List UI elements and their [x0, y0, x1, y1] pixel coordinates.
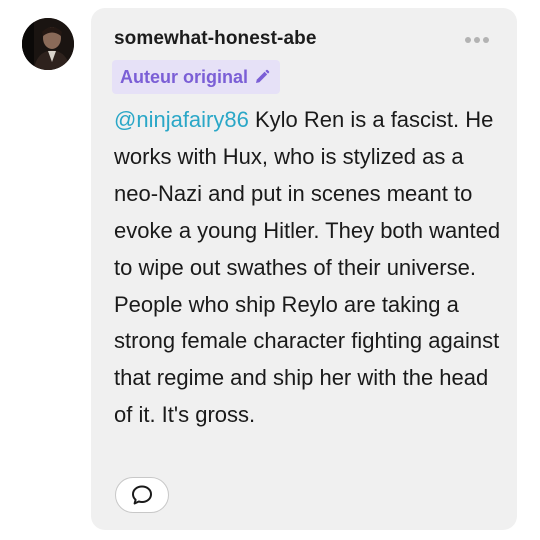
ellipsis-icon	[465, 37, 489, 43]
badge-label: Auteur original	[120, 66, 249, 87]
pencil-icon	[256, 69, 270, 83]
user-mention-link[interactable]: @ninjafairy86	[114, 107, 249, 132]
avatar[interactable]	[22, 18, 74, 70]
speech-bubble-icon	[132, 485, 152, 505]
author-username[interactable]: somewhat-honest-abe	[114, 28, 317, 50]
avatar-portrait-icon	[22, 18, 74, 70]
reply-button[interactable]	[115, 477, 169, 513]
original-author-badge: Auteur original	[112, 60, 281, 94]
more-options-button[interactable]	[463, 28, 493, 48]
comment-card: somewhat-honest-abe Auteur original @nin…	[91, 8, 517, 530]
comment-text: Kylo Ren is a fascist. He works with Hux…	[114, 107, 501, 428]
comment-body: @ninjafairy86 Kylo Ren is a fascist. He …	[114, 102, 504, 434]
